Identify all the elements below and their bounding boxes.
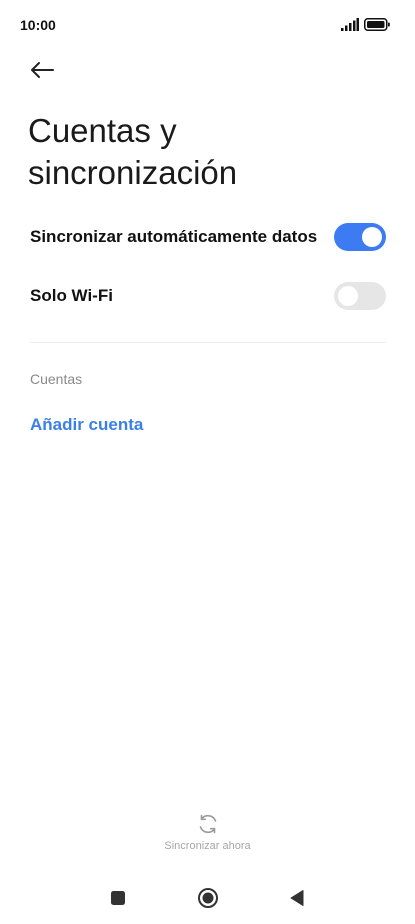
screen: 10:00 Cuentas y sincronización Sincroniz… <box>0 0 415 924</box>
back-button[interactable] <box>24 54 60 86</box>
add-account-button[interactable]: Añadir cuenta <box>30 415 143 435</box>
toggle-knob <box>362 227 382 247</box>
circle-icon <box>198 888 218 908</box>
divider <box>30 342 386 343</box>
auto-sync-toggle[interactable] <box>334 223 386 251</box>
sync-now-button[interactable]: Sincronizar ahora <box>150 812 265 858</box>
wifi-only-label: Solo Wi-Fi <box>30 286 113 305</box>
signal-bars-icon <box>341 18 359 31</box>
sync-icon <box>199 814 216 834</box>
status-bar: 10:00 <box>0 0 415 48</box>
navigation-bar <box>0 876 415 920</box>
accounts-section-header: Cuentas <box>30 371 83 387</box>
wifi-only-setting[interactable]: Solo Wi-Fi <box>30 276 386 316</box>
auto-sync-setting[interactable]: Sincronizar automáticamente datos <box>30 217 386 257</box>
arrow-left-icon <box>31 62 54 78</box>
triangle-back-icon <box>290 890 304 906</box>
sync-now-label: Sincronizar ahora <box>164 840 251 852</box>
recents-button[interactable] <box>106 886 130 910</box>
status-time: 10:00 <box>20 17 56 33</box>
auto-sync-label: Sincronizar automáticamente datos <box>30 227 318 246</box>
battery-full-icon <box>364 18 390 31</box>
page-title: Cuentas y sincronización <box>28 112 238 191</box>
wifi-only-toggle[interactable] <box>334 282 386 310</box>
home-button[interactable] <box>196 886 220 910</box>
back-nav-button[interactable] <box>285 886 309 910</box>
square-icon <box>111 891 125 905</box>
toggle-knob <box>338 286 358 306</box>
